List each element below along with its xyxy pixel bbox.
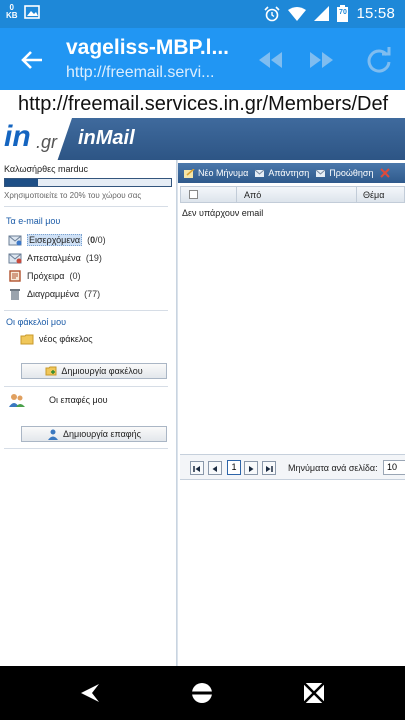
previous-page-icon [212,466,217,472]
folder-inbox[interactable]: Εισερχόμενα (0/0) [8,234,106,246]
previous-page-button[interactable] [208,461,222,475]
folder-label: νέος φάκελος [39,334,93,344]
create-folder-button[interactable]: Δημιουργία φακέλου [21,363,167,379]
fast-forward-icon[interactable] [308,48,336,72]
per-page-label: Μηνύματα ανά σελίδα: [288,463,378,473]
first-page-icon [193,466,200,472]
back-nav-icon[interactable] [78,681,102,705]
clock: 15:58 [356,5,395,22]
reply-icon [255,169,265,177]
compose-icon [184,168,195,178]
welcome-text: Καλωσήρθες marduc [4,164,89,174]
divider [4,310,168,311]
folder-label: Απεσταλμένα [27,253,81,263]
new-message-button[interactable]: Νέο Μήνυμα [184,168,248,178]
alarm-icon [264,5,281,21]
battery-icon: 70 [337,5,349,22]
folder-icon [20,334,34,345]
create-folder-label: Δημιουργία φακέλου [61,366,143,376]
pager: 1 Μηνύματα ανά σελίδα: 10 [180,454,405,480]
select-all-checkbox[interactable] [189,190,198,199]
home-nav-icon[interactable] [190,681,214,705]
status-bar: 0 KB 70 15:58 [0,0,405,28]
site-header: in .gr inMail [0,118,405,160]
divider [4,386,168,387]
folder-count: (77) [84,289,101,299]
message-grid-header: Από Θέμα [180,186,405,203]
signal-icon [314,6,330,21]
folder-count: (0/0) [87,235,106,245]
folder-label: Εισερχόμενα [27,234,83,246]
page-url-subtitle: http://freemail.servi... [66,64,215,81]
reply-label: Απάντηση [268,168,310,178]
add-contact-icon [48,429,59,440]
wifi-icon [288,6,307,21]
empty-message: Δεν υπάρχουν email [182,208,264,218]
folder-count: (0) [69,271,81,281]
contacts-link[interactable]: Οι επαφές μου [8,392,108,408]
quota-bar-fill [5,179,39,186]
next-page-icon [249,466,254,472]
divider [356,187,357,202]
toolbar: Νέο Μήνυμα Απάντηση Προώθηση [178,163,405,183]
message-panel: Νέο Μήνυμα Απάντηση Προώθηση Από Θέμα Δε… [178,160,405,666]
drafts-icon [9,270,21,282]
quota-text: Χρησιμοποιείτε το 20% του χώρου σας [4,191,142,200]
add-folder-icon [45,366,57,376]
trash-icon [10,289,20,300]
contacts-icon [9,394,25,407]
folder-drafts[interactable]: Πρόχειρα (0) [8,270,80,282]
delete-icon[interactable] [379,168,390,178]
page-title: vageliss-MBP.l... [66,36,230,59]
divider [236,187,237,202]
column-from[interactable]: Από [244,190,261,200]
forward-button[interactable]: Προώθηση [315,168,374,178]
logo-gr: .gr [36,132,58,152]
rewind-icon[interactable] [256,48,284,72]
url-text: http://freemail.services.in.gr/Members/D… [18,93,389,115]
folder-count: (19) [85,253,102,263]
image-icon [23,5,40,19]
folder-sent[interactable]: Απεσταλμένα (19) [8,252,102,264]
battery-level: 70 [339,9,347,16]
forward-label: Προώθηση [329,168,374,178]
contacts-label: Οι επαφές μου [49,395,108,405]
last-page-icon [266,466,273,472]
first-page-button[interactable] [190,461,204,475]
forward-icon [315,169,326,177]
divider [4,206,168,207]
last-page-button[interactable] [262,461,276,475]
column-subject[interactable]: Θέμα [363,190,384,200]
product-name: inMail [78,127,135,149]
navigation-bar [0,666,405,720]
inbox-icon [8,235,22,246]
create-contact-label: Δημιουργία επαφής [63,429,141,439]
my-folders-title: Οι φάκελοί μου [6,317,67,327]
reply-button[interactable]: Απάντηση [254,168,309,178]
create-contact-button[interactable]: Δημιουργία επαφής [21,426,167,442]
next-page-button[interactable] [244,461,258,475]
divider [4,448,168,449]
quota-bar [4,178,172,187]
back-arrow-icon[interactable] [18,46,46,74]
folder-trash[interactable]: Διαγραμμένα (77) [8,288,100,300]
per-page-select[interactable]: 10 [383,460,405,475]
app-bar: vageliss-MBP.l... http://freemail.servi.… [0,28,405,90]
recents-nav-icon[interactable] [302,681,326,705]
folder-label: Διαγραμμένα [27,289,80,299]
refresh-icon[interactable] [364,45,394,75]
data-speed-indicator: 0 KB [6,3,18,20]
my-email-title: Τα e-mail μου [6,216,61,226]
logo-in[interactable]: in [4,120,31,154]
new-message-label: Νέο Μήνυμα [198,168,249,178]
url-bar[interactable]: http://freemail.services.in.gr/Members/D… [0,90,405,118]
sidebar: Καλωσήρθες marduc Χρησιμοποιείτε το 20% … [0,160,177,666]
sent-icon [8,253,22,264]
folder-new[interactable]: νέος φάκελος [20,333,93,345]
folder-label: Πρόχειρα [27,271,65,281]
page-number-input[interactable]: 1 [227,460,241,475]
